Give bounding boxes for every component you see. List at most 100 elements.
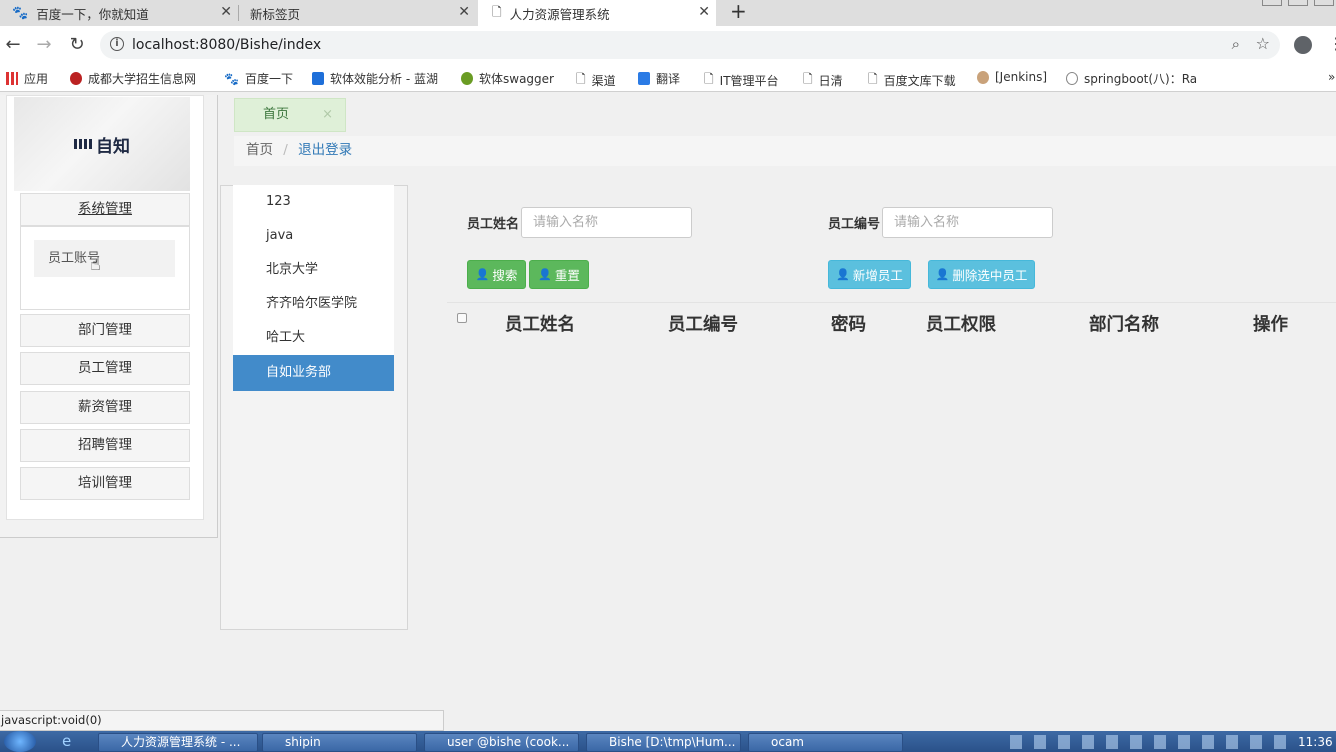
- page-icon: 🗋: [492, 4, 502, 19]
- menu-kebab-icon[interactable]: ⋮: [1328, 34, 1336, 54]
- back-icon[interactable]: ←: [2, 34, 24, 56]
- breadcrumb: 首页 / 退出登录: [234, 136, 1336, 166]
- jenkins-icon: [977, 70, 989, 84]
- column-header-permission[interactable]: 员工权限: [926, 311, 996, 336]
- bookmark-item[interactable]: springboot(八)：Ra: [1066, 70, 1197, 87]
- menu-employee[interactable]: 员工管理: [20, 352, 190, 385]
- bookmark-item[interactable]: 🗋 IT管理平台: [704, 70, 779, 91]
- apps-grid-icon: [6, 72, 18, 85]
- department-item[interactable]: 123: [233, 185, 394, 219]
- taskbar-item[interactable]: Bishe [D:\tmp\Hum...: [586, 733, 741, 752]
- employee-name-label: 员工姓名: [467, 217, 520, 232]
- user-icon: 👤: [475, 268, 490, 281]
- column-header-id[interactable]: 员工编号: [668, 311, 738, 336]
- reset-button[interactable]: 👤 重置: [529, 260, 589, 289]
- column-header-department[interactable]: 部门名称: [1089, 311, 1159, 336]
- menu-system[interactable]: 系统管理: [20, 193, 190, 226]
- close-tab-icon[interactable]: ✕: [698, 4, 710, 20]
- profile-avatar-icon[interactable]: [1294, 36, 1312, 54]
- logo-text: 自知: [96, 136, 130, 157]
- user-icon: 👤: [836, 268, 850, 281]
- bookmark-item[interactable]: 🐾 百度一下: [224, 70, 293, 87]
- department-item[interactable]: 北京大学: [233, 253, 394, 287]
- menu-recruitment[interactable]: 招聘管理: [20, 429, 190, 462]
- translate-icon: [638, 72, 650, 85]
- column-header-actions[interactable]: 操作: [1253, 311, 1288, 336]
- employee-id-input[interactable]: [882, 207, 1053, 238]
- menu-training[interactable]: 培训管理: [20, 467, 190, 500]
- browser-tab-title: 人力资源管理系统: [509, 6, 610, 22]
- close-tab-icon[interactable]: ✕: [458, 4, 470, 20]
- start-button-icon[interactable]: [4, 731, 36, 752]
- system-tray-icons[interactable]: [1010, 735, 1290, 749]
- forward-icon[interactable]: →: [33, 34, 55, 56]
- swagger-icon: [461, 72, 473, 85]
- taskbar-item[interactable]: shipin: [262, 733, 417, 752]
- search-button[interactable]: 👤 搜索: [467, 260, 526, 289]
- bookmark-item[interactable]: 成都大学招生信息网: [70, 70, 196, 87]
- department-item[interactable]: 齐齐哈尔医学院: [233, 287, 394, 321]
- bookmarks-bar: 应用 成都大学招生信息网 🐾 百度一下 软体效能分析 - 蓝湖 软体swagge…: [0, 64, 1336, 92]
- close-icon[interactable]: ×: [322, 99, 333, 131]
- page-icon: 🗋: [576, 72, 586, 86]
- taskbar-item[interactable]: ocam: [748, 733, 903, 752]
- site-icon: [70, 72, 82, 85]
- page-tab-home[interactable]: 首页 ×: [234, 98, 346, 132]
- column-header-name[interactable]: 员工姓名: [505, 311, 575, 336]
- baidu-paw-icon: 🐾: [12, 5, 29, 21]
- employee-id-label: 员工编号: [828, 217, 881, 232]
- user-icon: 👤: [935, 268, 950, 281]
- browser-tab[interactable]: 新标签页 ✕: [238, 0, 476, 26]
- department-item[interactable]: 哈工大: [233, 321, 394, 355]
- bookmarks-overflow-icon[interactable]: »: [1328, 70, 1335, 84]
- lanhu-icon: [312, 72, 324, 85]
- building-icon: [74, 139, 92, 149]
- reload-icon[interactable]: ↻: [66, 34, 88, 56]
- bookmark-item[interactable]: 翻译: [638, 70, 680, 87]
- bookmark-item[interactable]: [Jenkins]: [977, 70, 1047, 84]
- os-taskbar: e 人力资源管理系统 - ... shipin user @bishe (coo…: [0, 731, 1336, 752]
- bookmark-item[interactable]: 软体swagger: [461, 70, 554, 87]
- select-all-checkbox[interactable]: [457, 313, 467, 323]
- taskbar-item[interactable]: user @bishe (cook...: [424, 733, 579, 752]
- app-logo: 自知: [14, 97, 190, 191]
- page-icon: 🗋: [704, 72, 714, 86]
- clock: 11:36: [1298, 735, 1333, 749]
- info-icon[interactable]: i: [110, 37, 124, 51]
- submenu-employee-account[interactable]: 员工账号: [34, 240, 175, 277]
- browser-tab-bar: 🐾 百度一下，你就知道 ✕ 新标签页 ✕ 🗋 人力资源管理系统 ✕ +: [0, 0, 1336, 26]
- bookmark-apps[interactable]: 应用: [6, 70, 48, 87]
- url-text[interactable]: localhost:8080/Bishe/index: [132, 37, 321, 53]
- browser-tab-title: 百度一下，你就知道: [36, 6, 149, 22]
- department-item[interactable]: java: [233, 219, 394, 253]
- employee-name-input[interactable]: [521, 207, 692, 238]
- bookmark-item[interactable]: 🗋 日清: [803, 70, 843, 91]
- zoom-icon[interactable]: ⌕: [1232, 35, 1240, 53]
- browser-tab[interactable]: 🐾 百度一下，你就知道 ✕: [0, 0, 239, 26]
- address-toolbar: ← → ↻ i localhost:8080/Bishe/index ⌕ ☆ ⋮: [0, 26, 1336, 64]
- bookmark-star-icon[interactable]: ☆: [1256, 34, 1270, 53]
- breadcrumb-home[interactable]: 首页: [246, 142, 273, 158]
- hand-cursor-icon: ☝: [90, 254, 101, 275]
- column-header-password[interactable]: 密码: [831, 311, 866, 336]
- window-controls[interactable]: [1262, 0, 1336, 8]
- bookmark-item[interactable]: 🗋 百度文库下载: [868, 70, 956, 91]
- logout-link[interactable]: 退出登录: [298, 142, 352, 158]
- delete-selected-button[interactable]: 👤 删除选中员工: [928, 260, 1035, 289]
- add-employee-button[interactable]: 👤 新增员工: [828, 260, 911, 289]
- browser-tab-active[interactable]: 🗋 人力资源管理系统 ✕: [478, 0, 716, 26]
- bookmark-item[interactable]: 软体效能分析 - 蓝湖: [312, 70, 438, 87]
- department-item-active[interactable]: 自如业务部: [233, 355, 394, 391]
- omnibox[interactable]: i localhost:8080/Bishe/index ⌕ ☆: [100, 31, 1280, 59]
- menu-department[interactable]: 部门管理: [20, 314, 190, 347]
- browser-tab-title: 新标签页: [250, 6, 301, 22]
- bookmark-item[interactable]: 🗋 渠道: [576, 70, 616, 91]
- new-tab-icon[interactable]: +: [730, 0, 747, 22]
- close-tab-icon[interactable]: ✕: [220, 4, 232, 20]
- table-top-border: [447, 302, 1336, 303]
- ie-icon[interactable]: e: [62, 733, 71, 750]
- taskbar-item[interactable]: 人力资源管理系统 - ...: [98, 733, 258, 752]
- menu-salary[interactable]: 薪资管理: [20, 391, 190, 424]
- status-bar-url: javascript:void(0): [0, 710, 444, 731]
- page-icon: 🗋: [868, 72, 878, 86]
